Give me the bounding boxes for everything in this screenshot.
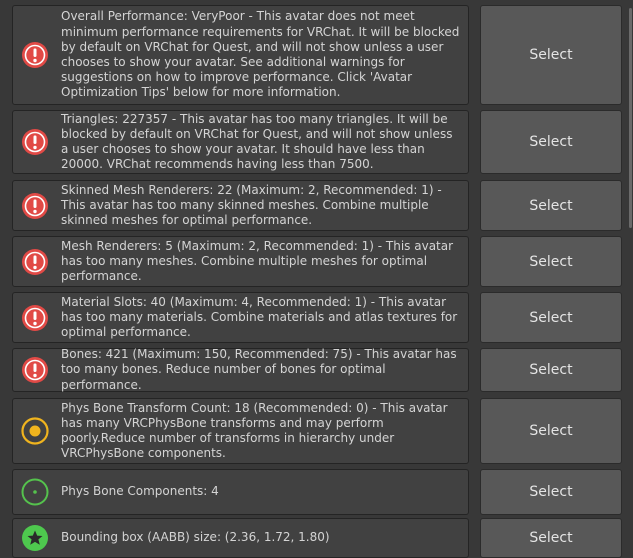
error-icon <box>21 248 49 276</box>
error-icon <box>21 41 49 69</box>
validation-row: Triangles: 227357 - This avatar has too … <box>0 110 633 174</box>
validation-message-text: Phys Bone Transform Count: 18 (Recommend… <box>61 400 448 461</box>
validation-message: Triangles: 227357 - This avatar has too … <box>12 110 469 174</box>
validation-message-text: Phys Bone Components: 4 <box>61 484 219 499</box>
error-icon <box>21 192 49 220</box>
validation-message-text: Material Slots: 40 (Maximum: 4, Recommen… <box>61 294 458 340</box>
validation-message: Overall Performance: VeryPoor - This ava… <box>12 5 469 105</box>
validation-message-text: Skinned Mesh Renderers: 22 (Maximum: 2, … <box>61 182 442 228</box>
validation-message: Phys Bone Components: 4 <box>12 469 469 515</box>
select-button[interactable]: Select <box>480 110 622 174</box>
error-icon <box>21 304 49 332</box>
scrollbar-thumb[interactable] <box>629 8 632 228</box>
star-icon <box>21 524 49 552</box>
validation-row: Bones: 421 (Maximum: 150, Recommended: 7… <box>0 347 633 392</box>
select-button[interactable]: Select <box>480 292 622 343</box>
select-button[interactable]: Select <box>480 469 622 515</box>
validation-message-text: Triangles: 227357 - This avatar has too … <box>61 111 453 172</box>
validation-message: Bounding box (AABB) size: (2.36, 1.72, 1… <box>12 518 469 558</box>
validation-row: Mesh Renderers: 5 (Maximum: 2, Recommend… <box>0 236 633 287</box>
validation-row: Material Slots: 40 (Maximum: 4, Recommen… <box>0 292 633 343</box>
validation-message: Mesh Renderers: 5 (Maximum: 2, Recommend… <box>12 236 469 287</box>
warning-icon <box>21 417 49 445</box>
select-button[interactable]: Select <box>480 236 622 287</box>
select-button[interactable]: Select <box>480 518 622 558</box>
validation-message-text: Mesh Renderers: 5 (Maximum: 2, Recommend… <box>61 238 454 284</box>
validation-row: Overall Performance: VeryPoor - This ava… <box>0 5 633 105</box>
validation-message: Bones: 421 (Maximum: 150, Recommended: 7… <box>12 347 469 392</box>
validation-row: Phys Bone Transform Count: 18 (Recommend… <box>0 398 633 464</box>
validation-message: Material Slots: 40 (Maximum: 4, Recommen… <box>12 292 469 343</box>
ok-icon <box>21 478 49 506</box>
error-icon <box>21 128 49 156</box>
validation-message: Skinned Mesh Renderers: 22 (Maximum: 2, … <box>12 180 469 231</box>
validation-row: Skinned Mesh Renderers: 22 (Maximum: 2, … <box>0 180 633 231</box>
select-button[interactable]: Select <box>480 180 622 231</box>
error-icon <box>21 356 49 384</box>
validation-message-text: Bounding box (AABB) size: (2.36, 1.72, 1… <box>61 530 330 545</box>
select-button[interactable]: Select <box>480 348 622 392</box>
validation-message-text: Overall Performance: VeryPoor - This ava… <box>61 9 460 100</box>
validation-row: Phys Bone Components: 4 Select <box>0 469 633 515</box>
validation-list: Overall Performance: VeryPoor - This ava… <box>0 0 633 558</box>
select-button[interactable]: Select <box>480 5 622 105</box>
validation-row: Bounding box (AABB) size: (2.36, 1.72, 1… <box>0 518 633 558</box>
select-button[interactable]: Select <box>480 398 622 464</box>
validation-message: Phys Bone Transform Count: 18 (Recommend… <box>12 398 469 464</box>
validation-message-text: Bones: 421 (Maximum: 150, Recommended: 7… <box>61 347 457 392</box>
